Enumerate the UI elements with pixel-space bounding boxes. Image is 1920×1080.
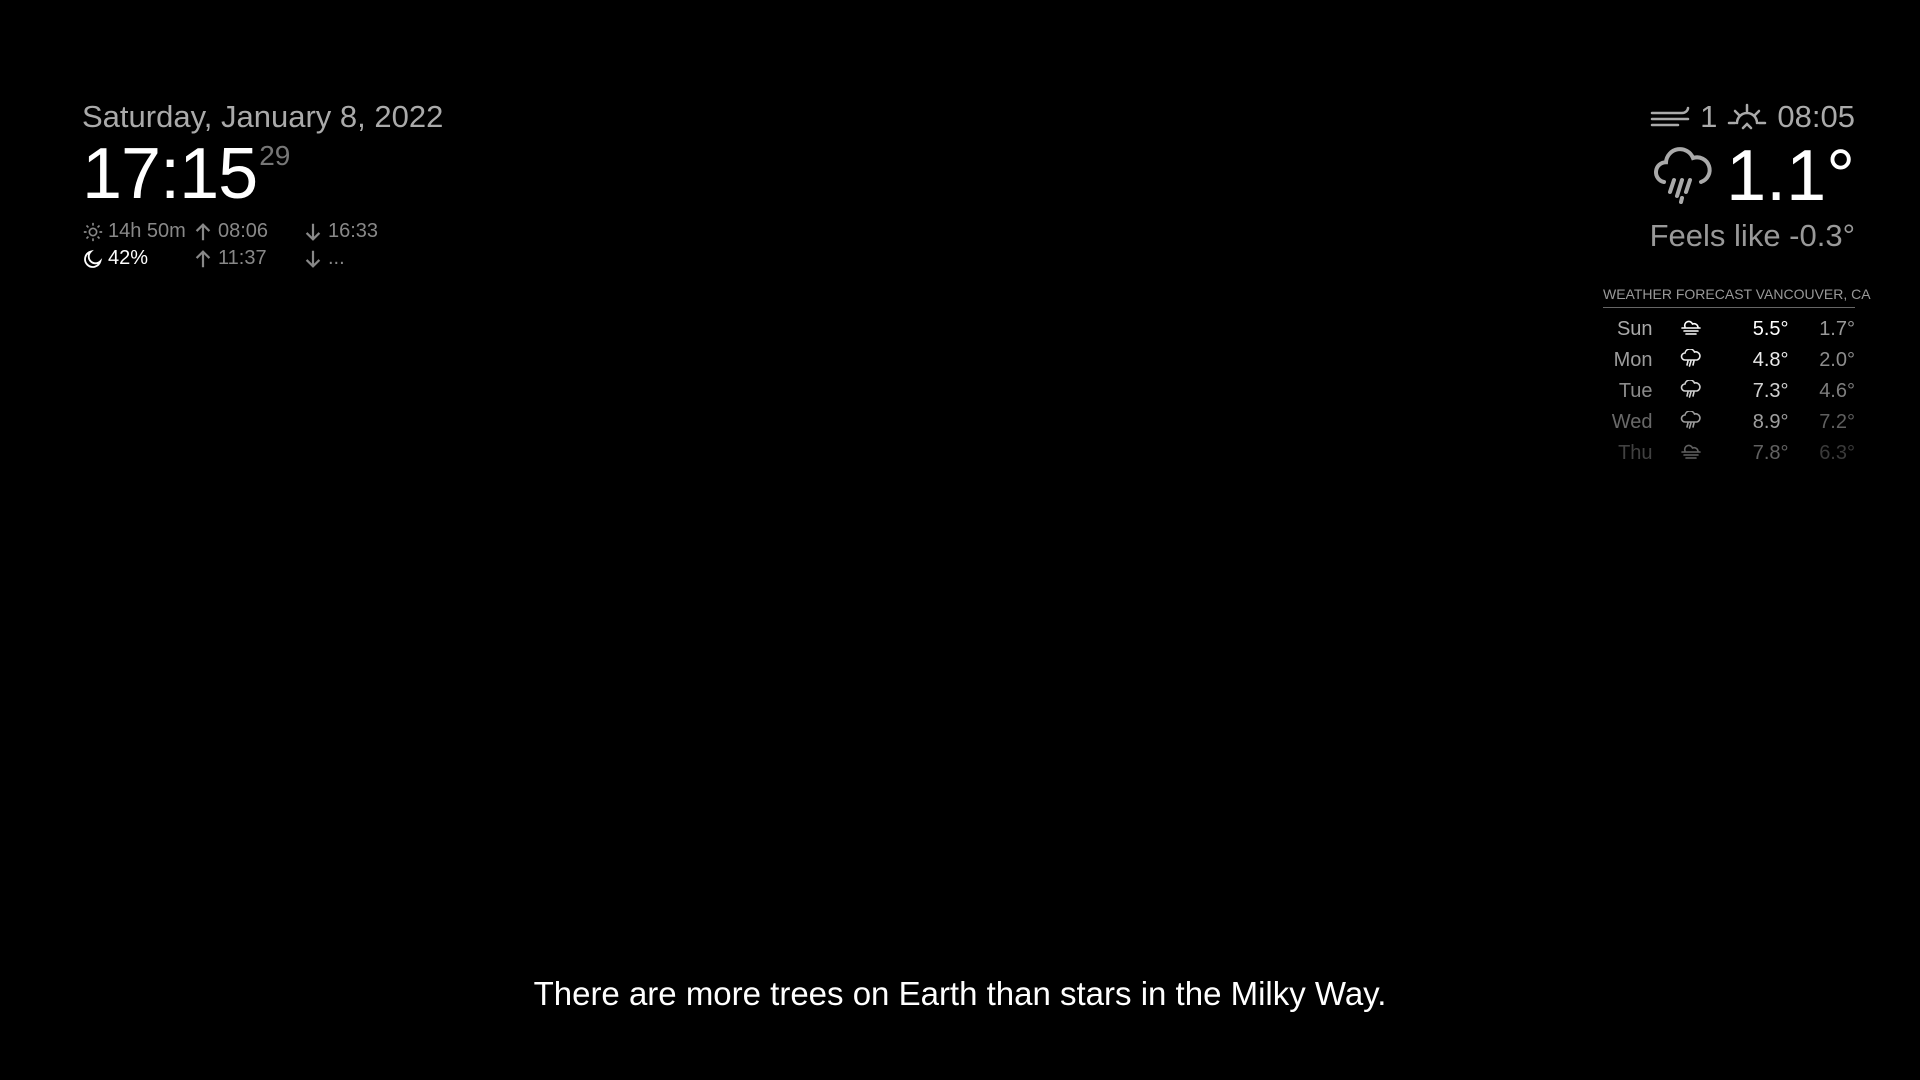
compliment-text: There are more trees on Earth than stars… xyxy=(533,975,1387,1012)
day-length-value: 14h 50m xyxy=(108,220,186,242)
moon-icon xyxy=(84,249,103,268)
clock-time: 17:15 xyxy=(82,134,258,214)
sunset: 16:33 xyxy=(302,220,392,243)
forecast-day: Mon xyxy=(1613,349,1653,371)
forecast-row: Thu 7.8° 6.3° xyxy=(1603,438,1855,469)
forecast-day: Thu xyxy=(1618,442,1653,464)
forecast-day: Tue xyxy=(1618,380,1653,402)
forecast-min: 1.7° xyxy=(1819,318,1855,340)
clock-seconds: 29 xyxy=(259,140,291,171)
forecast-min: 4.6° xyxy=(1819,380,1855,402)
forecast-row: Sun 5.5° 1.7° xyxy=(1603,314,1855,345)
feels-like: Feels like -0.3° xyxy=(1649,218,1855,253)
arrow-up-icon xyxy=(195,249,211,267)
forecast-header: WEATHER FORECAST VANCOUVER, CA xyxy=(1603,286,1871,308)
moonset-value: ... xyxy=(328,247,345,269)
sunrise-value: 08:06 xyxy=(218,220,269,242)
current-temperature: 1.1° xyxy=(1726,136,1855,216)
sunrise: 08:06 xyxy=(192,220,302,243)
current-weather-main: 1.1° xyxy=(1650,138,1855,214)
clock-date: Saturday, January 8, 2022 xyxy=(82,99,444,134)
rain-icon xyxy=(1680,378,1701,398)
moon-illumination: 42% xyxy=(82,247,192,270)
wind-speed: 1 xyxy=(1700,99,1718,134)
forecast-max: 8.9° xyxy=(1752,411,1789,433)
cloudy-windy-icon xyxy=(1681,320,1701,335)
day-length: 14h 50m xyxy=(82,220,192,243)
forecast-day: Wed xyxy=(1611,411,1653,433)
forecast-row: Wed 8.9° 7.2° xyxy=(1603,407,1855,438)
forecast-max: 7.8° xyxy=(1752,442,1789,464)
moonrise-value: 11:37 xyxy=(218,247,267,269)
moonrise: 11:37 xyxy=(192,247,302,270)
forecast-min: 6.3° xyxy=(1819,442,1855,464)
sunrise-icon xyxy=(1728,103,1767,130)
arrow-down-icon xyxy=(305,223,321,241)
arrow-up-icon xyxy=(195,222,211,240)
sun-info-row: 14h 50m 08:06 16:33 xyxy=(82,218,443,245)
moon-illumination-value: 42% xyxy=(108,247,149,269)
current-weather-module: 1 08:05 1.1° Feels like -0.3° xyxy=(1650,98,1855,254)
forecast-max: 4.8° xyxy=(1752,349,1789,371)
current-weather-top-row: 1 08:05 xyxy=(1650,98,1855,136)
forecast-min: 7.2° xyxy=(1819,411,1855,433)
sunrise-time: 08:05 xyxy=(1777,99,1855,134)
cloudy-windy-icon xyxy=(1681,444,1701,459)
clock-module: Saturday, January 8, 2022 17:15 29 14h 5… xyxy=(82,98,443,272)
arrow-down-icon xyxy=(305,250,321,268)
forecast-row: Tue 7.3° 4.6° xyxy=(1603,376,1855,407)
weather-forecast-module: WEATHER FORECAST VANCOUVER, CA Sun 5.5° … xyxy=(1603,286,1871,469)
forecast-max: 7.3° xyxy=(1752,380,1789,402)
forecast-min: 2.0° xyxy=(1819,349,1855,371)
moonset: ... xyxy=(302,247,392,270)
sun-gear-icon xyxy=(83,222,103,241)
sunset-value: 16:33 xyxy=(328,220,379,242)
forecast-row: Mon 4.8° 2.0° xyxy=(1603,345,1855,376)
rain-icon xyxy=(1680,409,1701,429)
forecast-table: Sun 5.5° 1.7° Mon 4.8° 2.0° Tue 7.3° 4.6… xyxy=(1603,314,1855,469)
wind-icon xyxy=(1650,106,1690,127)
moon-info-row: 42% 11:37 ... xyxy=(82,245,443,272)
rain-cloud-icon xyxy=(1654,147,1712,204)
forecast-day: Sun xyxy=(1616,318,1653,340)
clock-time-row: 17:15 29 xyxy=(82,138,443,210)
rain-icon xyxy=(1680,347,1701,367)
forecast-max: 5.5° xyxy=(1752,318,1789,340)
